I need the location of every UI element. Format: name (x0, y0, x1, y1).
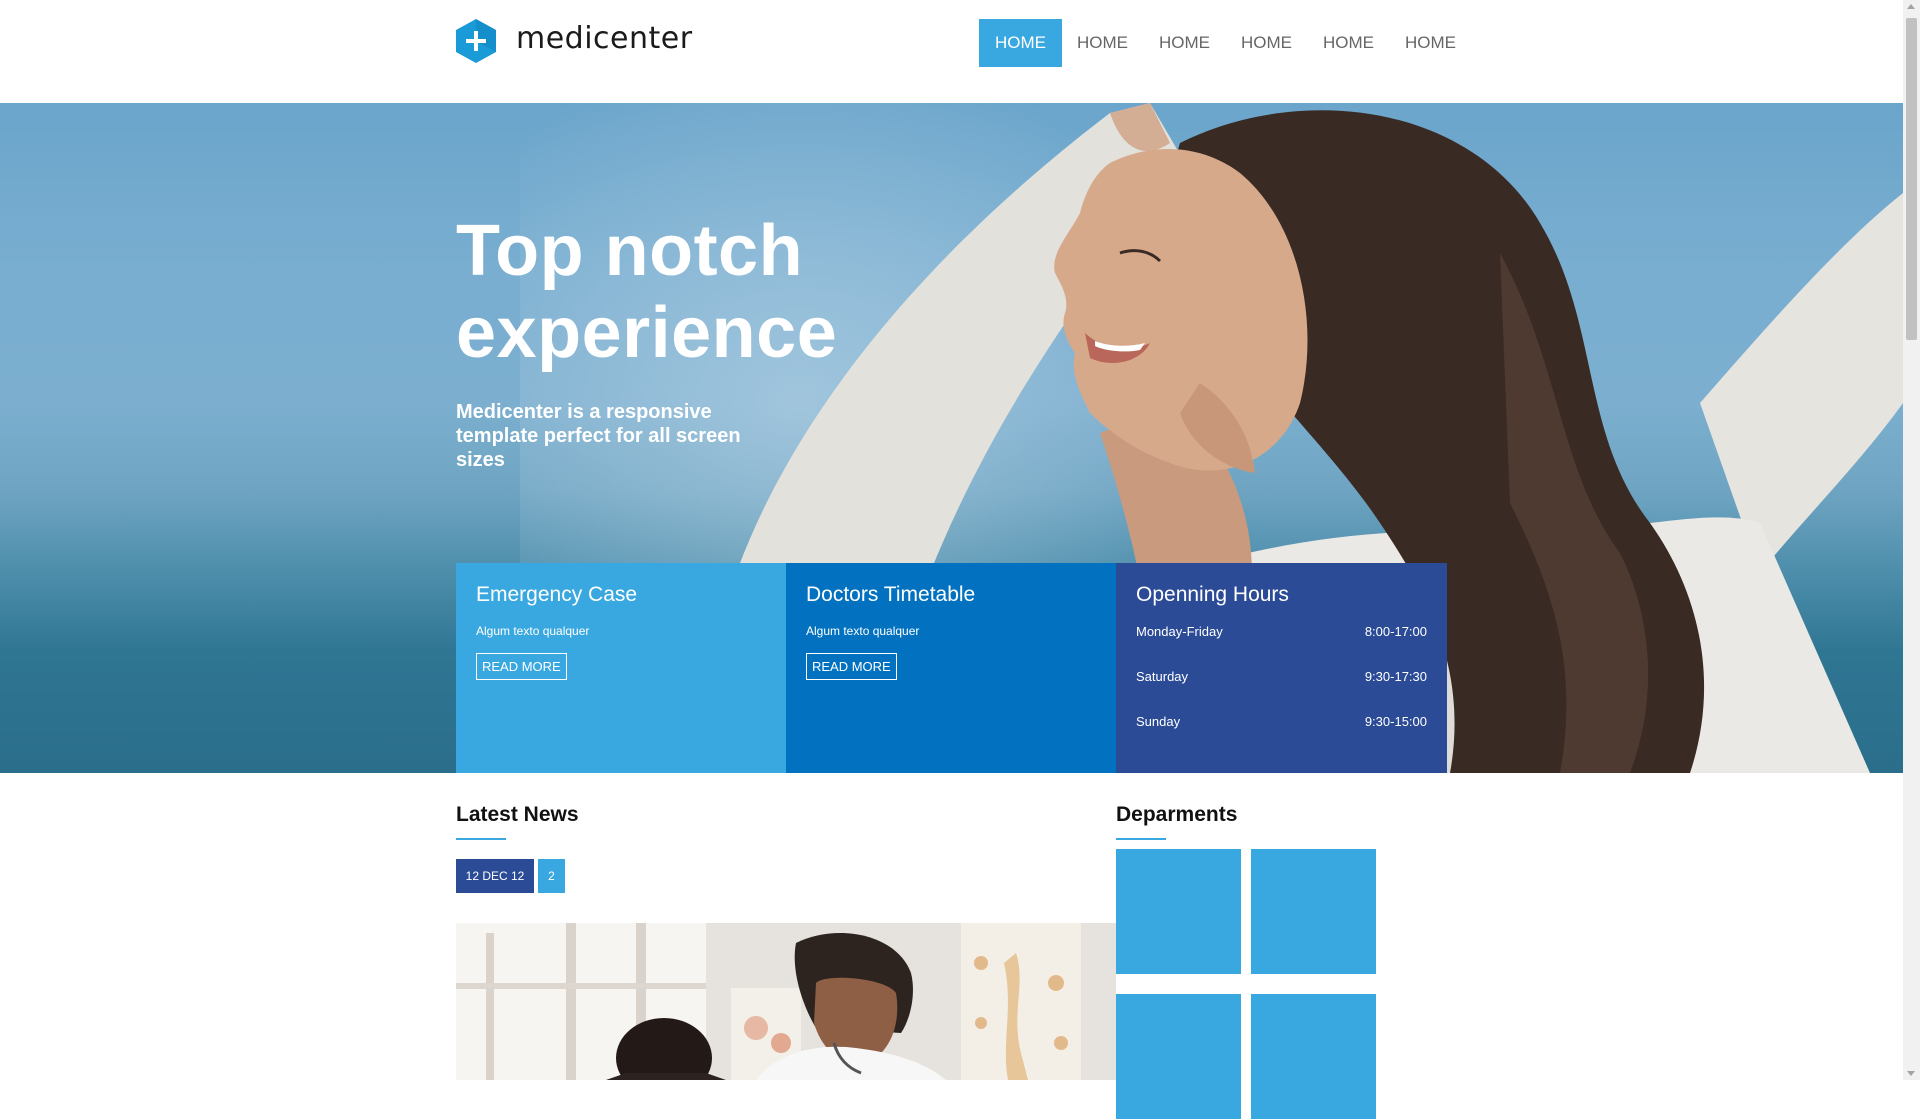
timetable-read-more-button[interactable]: READ MORE (806, 653, 897, 680)
hours-time: 9:30-15:00 (1364, 714, 1427, 729)
nav-item-home-active[interactable]: HOME (979, 19, 1062, 67)
scroll-up-arrow-icon[interactable] (1907, 4, 1915, 9)
doctors-timetable-text: Algum texto qualquer (806, 624, 920, 638)
hero-subtitle: Medicenter is a responsive template perf… (456, 401, 741, 471)
nav-item-2[interactable]: HOME (1062, 19, 1143, 67)
hours-time: 9:30-17:30 (1364, 669, 1427, 684)
news-comment-count[interactable]: 2 (538, 859, 565, 893)
hours-row: Sunday 9:30-15:00 (1136, 699, 1427, 744)
logo[interactable]: medicenter (456, 19, 693, 63)
department-tile[interactable] (1116, 994, 1241, 1119)
scrollbar-thumb[interactable] (1906, 18, 1917, 340)
department-tile[interactable] (1251, 849, 1376, 974)
latest-news-underline (456, 838, 506, 840)
opening-hours-list: Monday-Friday 8:00-17:00 Saturday 9:30-1… (1136, 609, 1427, 744)
news-photo-doctor (456, 923, 1116, 1080)
nav-item-5[interactable]: HOME (1308, 19, 1389, 67)
departments-title: Deparments (1116, 803, 1238, 826)
department-tile[interactable] (1251, 994, 1376, 1119)
nav-item-6[interactable]: HOME (1390, 19, 1471, 67)
hours-day: Monday-Friday (1136, 624, 1223, 639)
news-date-badge: 12 DEC 12 (456, 859, 534, 893)
site-header: medicenter HOME HOME HOME HOME HOME HOME (0, 0, 1903, 103)
department-tile[interactable] (1116, 849, 1241, 974)
departments-underline (1116, 838, 1166, 840)
emergency-case-box: Emergency Case Algum texto qualquer READ… (456, 563, 786, 773)
hero-title: Top notch experience (456, 211, 838, 373)
plus-hexagon-icon (456, 19, 496, 63)
opening-hours-title: Openning Hours (1136, 583, 1289, 606)
hours-row: Saturday 9:30-17:30 (1136, 654, 1427, 699)
emergency-read-more-button[interactable]: READ MORE (476, 653, 567, 680)
hours-day: Sunday (1136, 714, 1181, 729)
latest-news-title: Latest News (456, 803, 579, 826)
doctors-timetable-title: Doctors Timetable (806, 583, 976, 606)
main-nav: HOME HOME HOME HOME HOME HOME (979, 19, 1472, 67)
scroll-down-arrow-icon[interactable] (1907, 1071, 1915, 1076)
nav-item-4[interactable]: HOME (1226, 19, 1307, 67)
hours-row: Monday-Friday 8:00-17:00 (1136, 609, 1427, 654)
hours-time: 8:00-17:00 (1364, 624, 1427, 639)
info-boxes: Emergency Case Algum texto qualquer READ… (456, 563, 1447, 773)
doctors-timetable-box: Doctors Timetable Algum texto qualquer R… (786, 563, 1116, 773)
logo-text: medicenter (516, 20, 693, 56)
emergency-case-text: Algum texto qualquer (476, 624, 590, 638)
nav-item-3[interactable]: HOME (1144, 19, 1225, 67)
emergency-case-title: Emergency Case (476, 583, 638, 606)
opening-hours-box: Openning Hours Monday-Friday 8:00-17:00 … (1116, 563, 1447, 773)
hours-day: Saturday (1136, 669, 1189, 684)
news-image[interactable] (456, 923, 1116, 1080)
page-scrollbar[interactable] (1903, 0, 1920, 1080)
